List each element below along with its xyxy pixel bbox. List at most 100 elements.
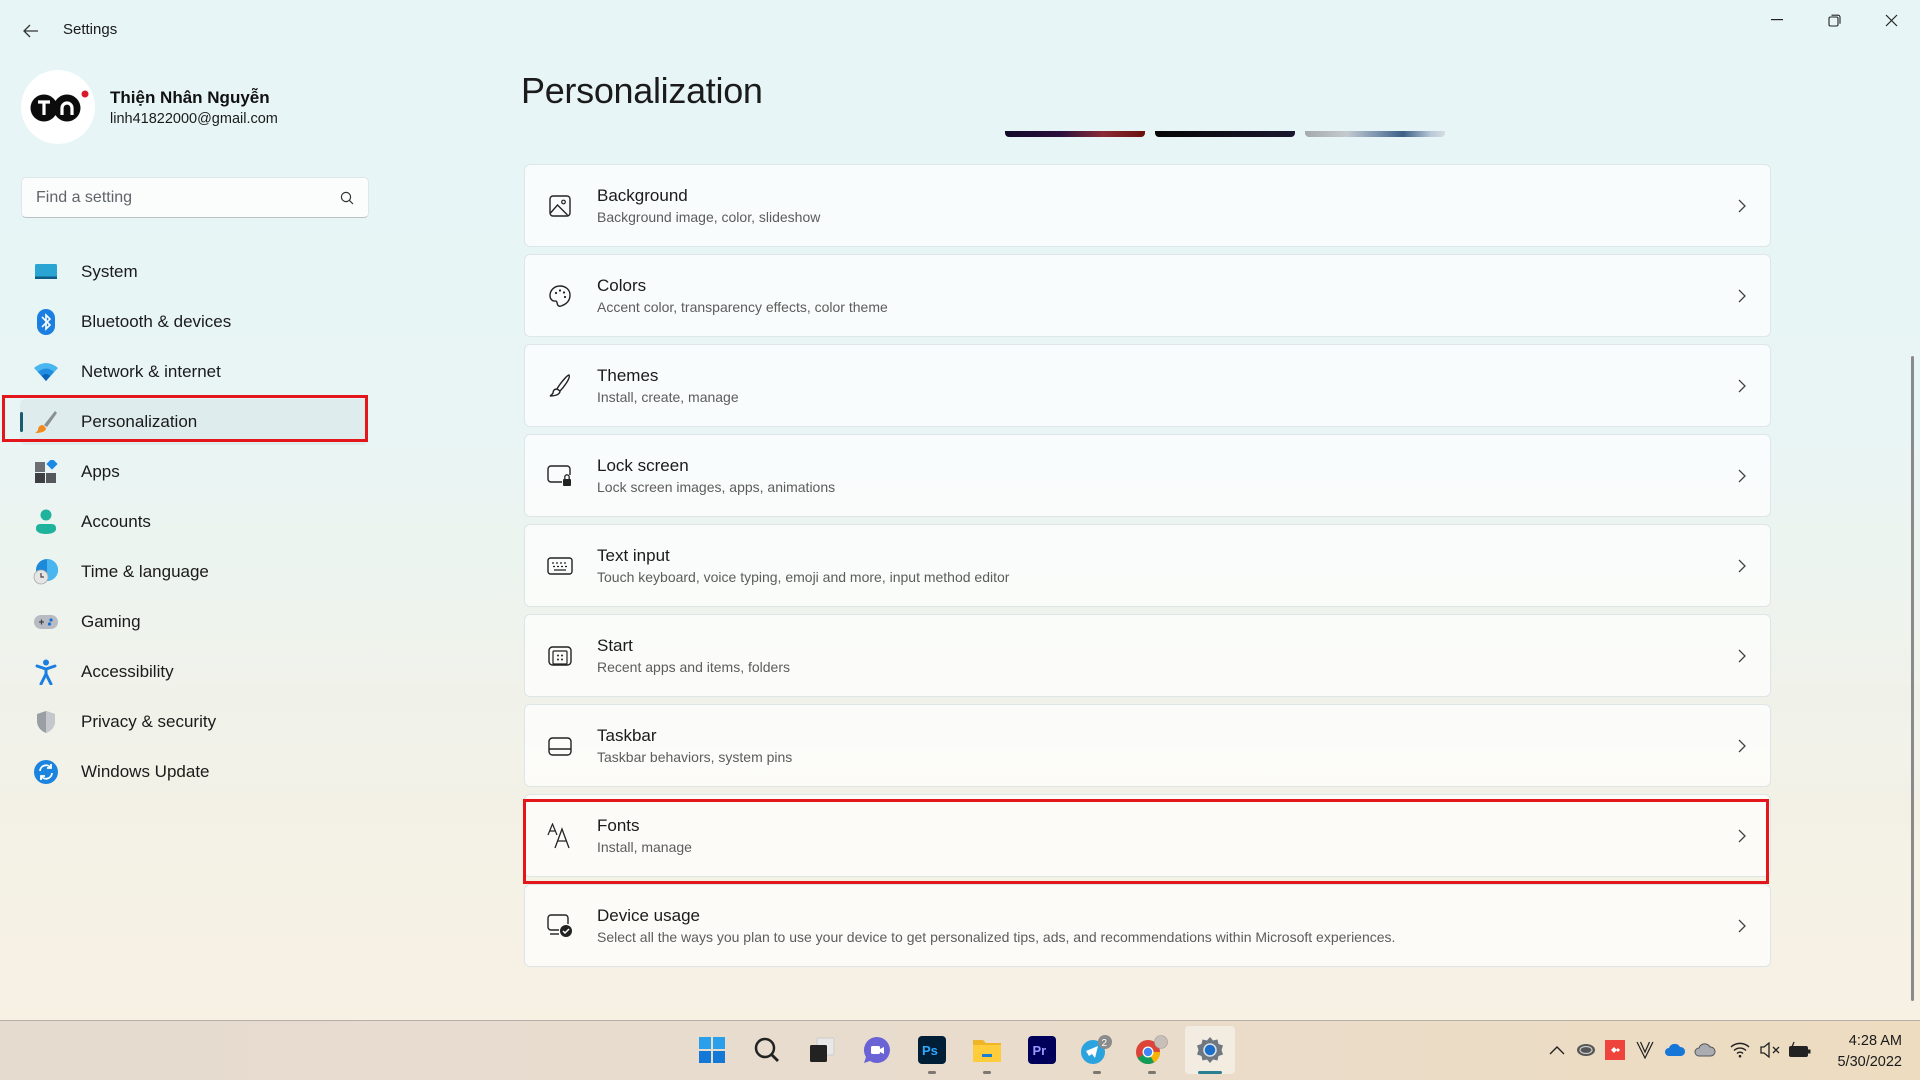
onedrive-icon [1665,1043,1686,1056]
restore-icon [1827,14,1841,27]
card-subtitle: Touch keyboard, voice typing, emoji and … [597,569,1010,585]
minimize-button[interactable] [1749,2,1805,38]
back-button[interactable] [14,14,48,48]
card-device-usage[interactable]: Device usage Select all the ways you plan… [524,884,1771,967]
search-icon [754,1037,779,1062]
sidebar-item-personalization[interactable]: Personalization [20,399,368,445]
running-indicator [1093,1071,1101,1074]
tray-volume[interactable] [1757,1038,1783,1062]
scrollbar[interactable] [1911,356,1914,1001]
sidebar-item-apps[interactable]: Apps [20,449,368,495]
tray-battery[interactable] [1787,1038,1813,1062]
card-subtitle: Lock screen images, apps, animations [597,479,836,495]
sidebar-item-label: Windows Update [81,762,210,781]
theme-thumbnail[interactable] [1005,131,1145,137]
taskbar-chat[interactable] [857,1030,897,1070]
avatar[interactable] [21,70,95,144]
card-subtitle: Recent apps and items, folders [597,659,790,675]
apps-icon [33,459,59,485]
paintbrush-icon [33,409,59,435]
page-title: Personalization [521,70,763,111]
taskbar-chrome[interactable] [1132,1030,1172,1070]
brush-icon [545,371,575,401]
chevron-right-icon [1738,469,1746,483]
creative-cloud-icon [1577,1044,1595,1056]
taskbar-premiere[interactable]: Pr [1022,1030,1062,1070]
image-icon [545,191,575,221]
sidebar-item-label: Personalization [81,412,198,431]
tray-vectorworks[interactable] [1632,1038,1658,1062]
tray-overflow[interactable] [1544,1038,1570,1062]
theme-thumbnail[interactable] [1305,131,1445,137]
taskbar-start[interactable] [692,1030,732,1070]
card-fonts[interactable]: Fonts Install, manage [524,794,1771,877]
sidebar-item-label: Time & language [81,562,209,581]
sidebar-item-label: Network & internet [81,362,221,381]
palette-icon [545,281,575,311]
sidebar-item-network[interactable]: Network & internet [20,349,368,395]
sidebar-item-label: Privacy & security [81,712,217,731]
task-view-icon [810,1037,835,1062]
card-subtitle: Install, create, manage [597,389,739,405]
card-taskbar[interactable]: Taskbar Taskbar behaviors, system pins [524,704,1771,787]
card-title: Taskbar [597,726,657,745]
taskbar-search[interactable] [747,1030,787,1070]
card-subtitle: Install, manage [597,839,692,855]
taskbar-task-view[interactable] [802,1030,842,1070]
card-text-input[interactable]: Text input Touch keyboard, voice typing, … [524,524,1771,607]
sidebar-item-label: Accounts [81,512,151,531]
sidebar-item-label: Apps [81,462,120,481]
tray-creative-cloud[interactable] [1573,1038,1599,1062]
volume-muted-icon [1760,1042,1780,1058]
card-lock-screen[interactable]: Lock screen Lock screen images, apps, ani… [524,434,1771,517]
running-indicator [983,1071,991,1074]
photoshop-icon: Ps [918,1036,946,1064]
lock-screen-icon [545,461,575,491]
sidebar-item-windows-update[interactable]: Windows Update [20,749,368,795]
theme-thumbnail[interactable] [1155,131,1295,137]
restore-button[interactable] [1806,2,1862,38]
tray-cloud[interactable] [1692,1038,1718,1062]
card-title: Text input [597,546,670,565]
running-indicator [928,1071,936,1074]
card-themes[interactable]: Themes Install, create, manage [524,344,1771,427]
tray-anydesk[interactable] [1602,1038,1628,1062]
card-start[interactable]: Start Recent apps and items, folders [524,614,1771,697]
premiere-icon: Pr [1028,1036,1056,1064]
sidebar-item-label: Bluetooth & devices [81,312,232,331]
battery-charging-icon [1789,1041,1811,1057]
sidebar-item-privacy[interactable]: Privacy & security [20,699,368,745]
search-box[interactable] [21,177,369,218]
card-title: Start [597,636,633,655]
active-app-indicator [1198,1071,1222,1074]
sidebar-item-accounts[interactable]: Accounts [20,499,368,545]
start-icon [545,641,575,671]
app-title: Settings [63,21,118,38]
card-colors[interactable]: Colors Accent color, transparency effects… [524,254,1771,337]
card-subtitle: Select all the ways you plan to use your… [597,929,1396,945]
taskbar-settings[interactable] [1185,1026,1235,1074]
tray-onedrive[interactable] [1662,1038,1688,1062]
system-clock[interactable]: 4:28 AM 5/30/2022 [1830,1031,1902,1073]
settings-gear-icon [1197,1037,1223,1063]
telegram-icon: 2 [1081,1035,1112,1064]
sidebar-item-gaming[interactable]: Gaming [20,599,368,645]
taskbar-file-explorer[interactable] [967,1030,1007,1070]
card-title: Background [597,186,688,205]
wifi-icon [1730,1042,1750,1058]
sidebar-item-label: Gaming [81,612,141,631]
close-button[interactable] [1863,2,1919,38]
sidebar-item-bluetooth[interactable]: Bluetooth & devices [20,299,368,345]
taskbar-telegram[interactable]: 2 [1077,1030,1117,1070]
sidebar-item-time-language[interactable]: Time & language [20,549,368,595]
sidebar-item-accessibility[interactable]: Accessibility [20,649,368,695]
chevron-right-icon [1738,559,1746,573]
sidebar-item-system[interactable]: System [20,249,368,295]
sidebar-item-label: System [81,262,138,281]
card-background[interactable]: Background Background image, color, slide… [524,164,1771,247]
search-input[interactable] [36,188,340,207]
chevron-right-icon [1738,739,1746,753]
taskbar-photoshop[interactable]: Ps [912,1030,952,1070]
tray-wifi[interactable] [1727,1038,1753,1062]
chrome-icon [1136,1035,1168,1065]
